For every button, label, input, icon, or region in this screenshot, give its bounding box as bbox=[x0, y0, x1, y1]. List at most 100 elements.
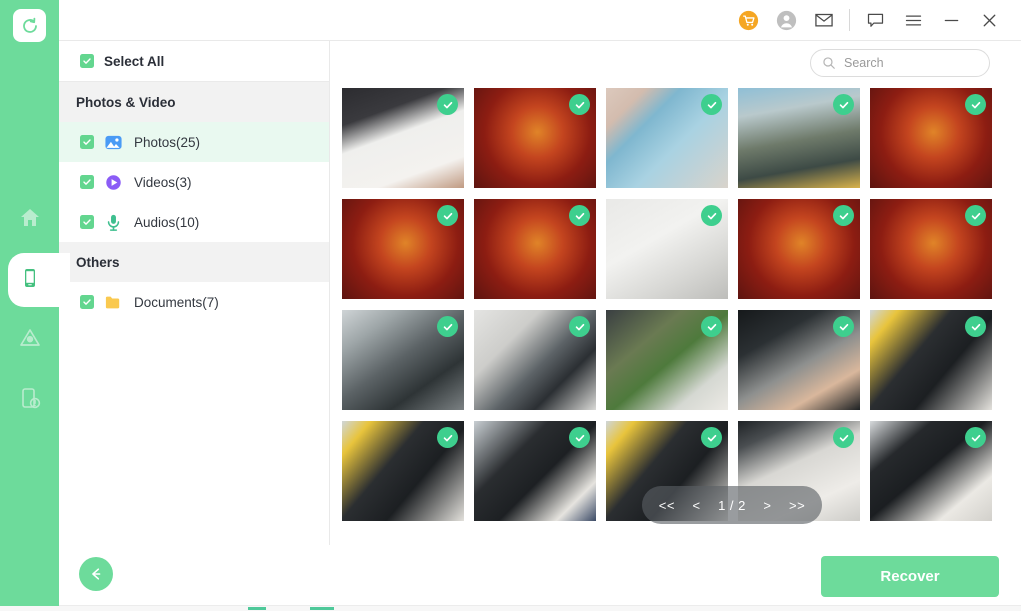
sidebar-item-label-documents: Documents(7) bbox=[134, 294, 219, 310]
thumbnail-row bbox=[342, 88, 1021, 188]
arrow-left-icon bbox=[92, 568, 101, 580]
thumbnail-selected-check[interactable] bbox=[965, 205, 986, 226]
pagination-last-button[interactable]: >> bbox=[789, 498, 805, 513]
thumbnail-item[interactable] bbox=[870, 88, 992, 188]
pagination-next-button[interactable]: > bbox=[763, 498, 771, 513]
thumbnail-item[interactable] bbox=[342, 310, 464, 410]
search-box[interactable]: Search bbox=[810, 49, 990, 77]
thumbnail-item[interactable] bbox=[870, 421, 992, 521]
recover-button[interactable]: Recover bbox=[821, 556, 999, 597]
thumbnail-item[interactable] bbox=[738, 199, 860, 299]
thumbnail-selected-check[interactable] bbox=[833, 427, 854, 448]
pagination-prev-button[interactable]: < bbox=[692, 498, 700, 513]
thumbnail-selected-check[interactable] bbox=[437, 94, 458, 115]
thumbnail-item[interactable] bbox=[870, 199, 992, 299]
thumbnail-selected-check[interactable] bbox=[569, 205, 590, 226]
close-button[interactable] bbox=[970, 1, 1008, 39]
thumbnail-selected-check[interactable] bbox=[569, 94, 590, 115]
back-button[interactable] bbox=[79, 557, 113, 591]
sidebar-item-documents[interactable]: Documents(7) bbox=[59, 282, 329, 322]
feedback-button[interactable] bbox=[856, 1, 894, 39]
photos-checkbox[interactable] bbox=[80, 135, 94, 149]
rail-item-device[interactable] bbox=[0, 250, 70, 310]
folder-icon bbox=[103, 292, 123, 312]
sidebar-item-photos[interactable]: Photos(25) bbox=[59, 122, 329, 162]
thumbnail-selected-check[interactable] bbox=[965, 94, 986, 115]
thumbnail-selected-check[interactable] bbox=[833, 316, 854, 337]
thumbnail-selected-check[interactable] bbox=[701, 427, 722, 448]
user-account-icon bbox=[776, 10, 796, 30]
check-icon bbox=[83, 58, 91, 64]
shopping-cart-icon bbox=[738, 10, 758, 30]
select-all-checkbox[interactable] bbox=[80, 54, 94, 68]
thumbnail-item[interactable] bbox=[342, 421, 464, 521]
pagination-first-button[interactable]: << bbox=[659, 498, 675, 513]
thumbnail-selected-check[interactable] bbox=[569, 316, 590, 337]
minimize-icon bbox=[944, 19, 958, 21]
footer-bar: Recover bbox=[59, 545, 1021, 605]
thumbnail-selected-check[interactable] bbox=[965, 427, 986, 448]
thumbnail-selected-check[interactable] bbox=[701, 205, 722, 226]
thumbnail-selected-check[interactable] bbox=[437, 316, 458, 337]
thumbnail-selected-check[interactable] bbox=[569, 427, 590, 448]
select-all-row[interactable]: Select All bbox=[59, 41, 329, 82]
thumbnail-item[interactable] bbox=[870, 310, 992, 410]
thumbnail-row bbox=[342, 310, 1021, 410]
search-input[interactable]: Search bbox=[844, 56, 884, 70]
thumbnail-row bbox=[342, 199, 1021, 299]
audios-checkbox[interactable] bbox=[80, 215, 94, 229]
rail-item-cloud[interactable] bbox=[0, 310, 59, 370]
sidebar-item-label-audios: Audios(10) bbox=[134, 214, 200, 230]
account-button[interactable] bbox=[767, 1, 805, 39]
thumbnail-item[interactable] bbox=[606, 88, 728, 188]
mail-button[interactable] bbox=[805, 1, 843, 39]
thumbnail-selected-check[interactable] bbox=[437, 427, 458, 448]
title-bar bbox=[59, 0, 1021, 40]
thumbnail-selected-check[interactable] bbox=[437, 205, 458, 226]
sidebar-item-audios[interactable]: Audios(10) bbox=[59, 202, 329, 242]
thumbnail-grid bbox=[330, 88, 1021, 546]
thumbnail-panel: Search << < 1 / 2 > >> bbox=[330, 41, 1021, 546]
app-logo bbox=[13, 9, 46, 42]
sidebar-item-videos[interactable]: Videos(3) bbox=[59, 162, 329, 202]
thumbnail-item[interactable] bbox=[474, 421, 596, 521]
close-x-icon bbox=[983, 14, 995, 26]
thumbnail-item[interactable] bbox=[342, 88, 464, 188]
thumbnail-selected-check[interactable] bbox=[701, 94, 722, 115]
thumbnail-item[interactable] bbox=[606, 199, 728, 299]
select-all-label: Select All bbox=[104, 53, 165, 69]
minimize-button[interactable] bbox=[932, 1, 970, 39]
check-icon bbox=[83, 179, 91, 185]
mail-envelope-icon bbox=[815, 13, 833, 27]
cloud-icon bbox=[18, 326, 42, 355]
thumbnail-item[interactable] bbox=[342, 199, 464, 299]
thumbnail-selected-check[interactable] bbox=[833, 94, 854, 115]
thumbnail-selected-check[interactable] bbox=[965, 316, 986, 337]
thumbnail-item[interactable] bbox=[738, 88, 860, 188]
thumbnail-item[interactable] bbox=[474, 310, 596, 410]
thumbnail-item[interactable] bbox=[738, 310, 860, 410]
section-header-others: Others bbox=[59, 242, 329, 282]
sidebar-item-label-photos: Photos(25) bbox=[134, 134, 201, 150]
recovery-refresh-icon bbox=[22, 17, 37, 33]
pagination-current-page: 1 / 2 bbox=[718, 497, 746, 513]
thumbnail-selected-check[interactable] bbox=[833, 205, 854, 226]
check-icon bbox=[83, 219, 91, 225]
thumbnail-item[interactable] bbox=[474, 199, 596, 299]
videos-checkbox[interactable] bbox=[80, 175, 94, 189]
device-warning-icon bbox=[18, 386, 42, 415]
menu-button[interactable] bbox=[894, 1, 932, 39]
check-icon bbox=[83, 299, 91, 305]
search-icon bbox=[822, 56, 836, 70]
thumbnail-item[interactable] bbox=[606, 310, 728, 410]
thumbnail-selected-check[interactable] bbox=[701, 316, 722, 337]
documents-checkbox[interactable] bbox=[80, 295, 94, 309]
cart-button[interactable] bbox=[729, 1, 767, 39]
section-header-photos-video: Photos & Video bbox=[59, 82, 329, 122]
pagination-control: << < 1 / 2 > >> bbox=[642, 486, 822, 524]
phone-icon bbox=[18, 266, 42, 295]
category-sidebar: Select All Photos & Video Photos(25) Vid… bbox=[59, 41, 330, 546]
thumbnail-item[interactable] bbox=[474, 88, 596, 188]
rail-item-home[interactable] bbox=[0, 190, 59, 250]
rail-item-repair[interactable] bbox=[0, 370, 59, 430]
